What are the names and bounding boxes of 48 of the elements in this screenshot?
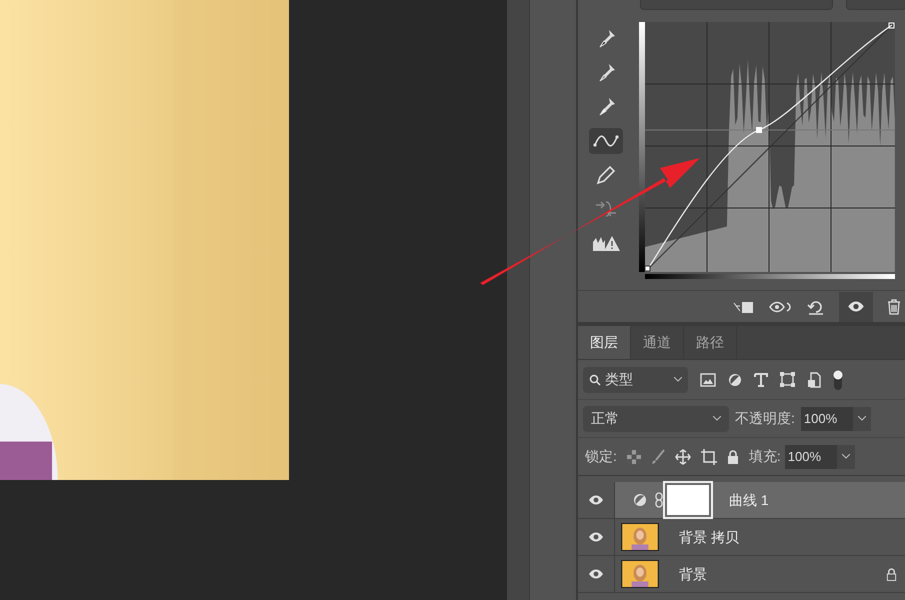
clipping-warning-icon[interactable]	[592, 234, 620, 252]
filter-kind-dropdown[interactable]: 类型	[583, 366, 688, 392]
fill-label: 填充:	[748, 447, 781, 466]
reset-icon[interactable]	[807, 298, 825, 314]
eye-icon	[847, 301, 865, 312]
adjustment-layer-icon	[633, 493, 647, 507]
pencil-icon[interactable]	[594, 164, 616, 186]
lock-label: 锁定:	[585, 447, 617, 466]
view-previous-icon[interactable]	[769, 300, 793, 314]
visibility-eye-icon[interactable]	[588, 532, 604, 542]
opacity-field[interactable]: 100%	[800, 406, 853, 430]
visibility-eye-icon[interactable]	[588, 569, 604, 579]
layer-mask-thumbnail[interactable]	[667, 485, 709, 515]
adjustment-filter-icon[interactable]	[728, 372, 742, 386]
search-icon	[589, 374, 601, 386]
chevron-down-icon	[713, 416, 721, 421]
panel-tab[interactable]: 路径	[684, 326, 737, 359]
trash-icon[interactable]	[887, 298, 901, 314]
lock-icon[interactable]	[726, 450, 739, 464]
smart-object-filter-icon[interactable]	[807, 372, 821, 388]
fill-slider-button[interactable]	[836, 444, 855, 468]
clip-to-layer-icon[interactable]	[733, 300, 755, 314]
panel-tab[interactable]: 图层	[578, 326, 631, 359]
opacity-label: 不透明度:	[735, 409, 795, 428]
shape-filter-icon[interactable]	[780, 372, 795, 387]
chevron-down-icon	[842, 454, 850, 459]
toggle-visibility-button[interactable]	[839, 292, 873, 322]
layer-row[interactable]: 曲线 1	[615, 482, 905, 518]
crop-artboard-icon[interactable]	[700, 448, 717, 464]
fill-field[interactable]: 100%	[784, 444, 837, 468]
opacity-slider-button[interactable]	[852, 406, 871, 430]
blend-mode-value: 正常	[591, 409, 620, 428]
chevron-down-icon	[674, 377, 682, 382]
link-icon	[655, 492, 663, 508]
move-icon[interactable]	[674, 448, 691, 464]
filter-kind-value: 类型	[605, 370, 634, 389]
visibility-eye-icon[interactable]	[588, 495, 604, 505]
image-filter-icon[interactable]	[700, 372, 716, 386]
type-filter-icon[interactable]	[754, 372, 768, 386]
brush-icon[interactable]	[650, 448, 665, 464]
layer-name: 背景 拷贝	[679, 528, 740, 546]
blend-mode-dropdown[interactable]: 正常	[583, 406, 729, 432]
filter-toggle-icon[interactable]	[833, 368, 843, 390]
layer-name: 曲线 1	[729, 490, 769, 510]
chevron-down-icon	[858, 416, 866, 421]
panel-tab[interactable]: 通道	[631, 326, 684, 359]
layer-name: 背景	[679, 564, 708, 584]
curve-tool-icon[interactable]	[592, 133, 618, 149]
